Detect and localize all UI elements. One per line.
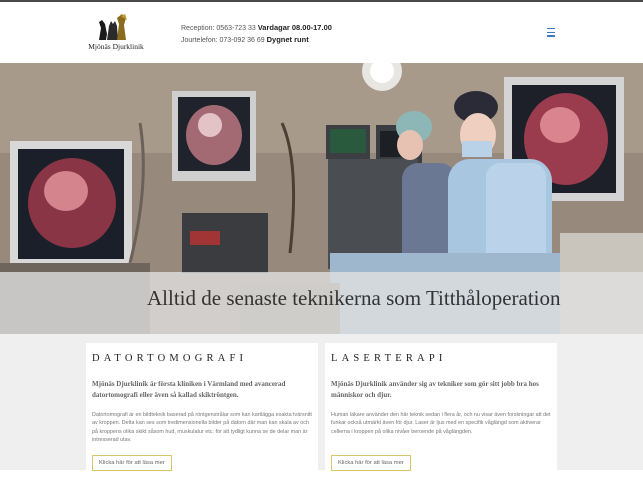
reception-phone[interactable]: Reception: 0563-723 33 bbox=[181, 25, 256, 32]
read-more-button[interactable]: Klicka här för att läsa mer bbox=[331, 455, 411, 471]
card-laserterapi: LASERTERAPI Mjönäs Djurklinik använder s… bbox=[325, 343, 557, 483]
emergency-phone[interactable]: Jourtelefon: 073-092 36 69 bbox=[181, 37, 265, 44]
hamburger-menu-button[interactable] bbox=[547, 28, 559, 38]
card-title: LASERTERAPI bbox=[331, 353, 447, 364]
reception-hours: Vardagar 08.00-17.00 bbox=[257, 23, 332, 32]
card-lead: Mjönäs Djurklinik använder sig av teknik… bbox=[331, 380, 539, 399]
hero-banner: Alltid de senaste teknikerna som Titthål… bbox=[0, 63, 643, 334]
card-title: DATORTOMOGRAFI bbox=[92, 353, 248, 364]
emergency-hours: Dygnet runt bbox=[266, 35, 309, 44]
card-body: Datortomografi är en bildteknik baserad … bbox=[92, 412, 312, 444]
card-body: Human läkare använder den här teknik sed… bbox=[331, 412, 551, 435]
logo-text: Mjönäs Djurklinik bbox=[88, 42, 144, 51]
hero-title: Alltid de senaste teknikerna som Titthål… bbox=[147, 286, 561, 310]
card-lead: Mjönäs Djurklinik är första kliniken i V… bbox=[92, 380, 286, 399]
menu-bar-icon bbox=[547, 28, 555, 30]
contact-info: Reception: 0563-723 33 Vardagar 08.00-17… bbox=[181, 22, 332, 46]
card-datortomografi: DATORTOMOGRAFI Mjönäs Djurklinik är förs… bbox=[86, 343, 318, 483]
site-header: Mjönäs Djurklinik Reception: 0563-723 33… bbox=[0, 2, 643, 63]
animals-logo-icon bbox=[99, 14, 127, 40]
read-more-button[interactable]: Klicka här för att läsa mer bbox=[92, 455, 172, 471]
clinic-logo[interactable]: Mjönäs Djurklinik bbox=[86, 12, 144, 56]
emergency-line: Jourtelefon: 073-092 36 69 Dygnet runt bbox=[181, 34, 332, 46]
menu-bar-icon bbox=[547, 35, 555, 37]
menu-bar-icon bbox=[547, 31, 555, 33]
reception-line: Reception: 0563-723 33 Vardagar 08.00-17… bbox=[181, 22, 332, 34]
